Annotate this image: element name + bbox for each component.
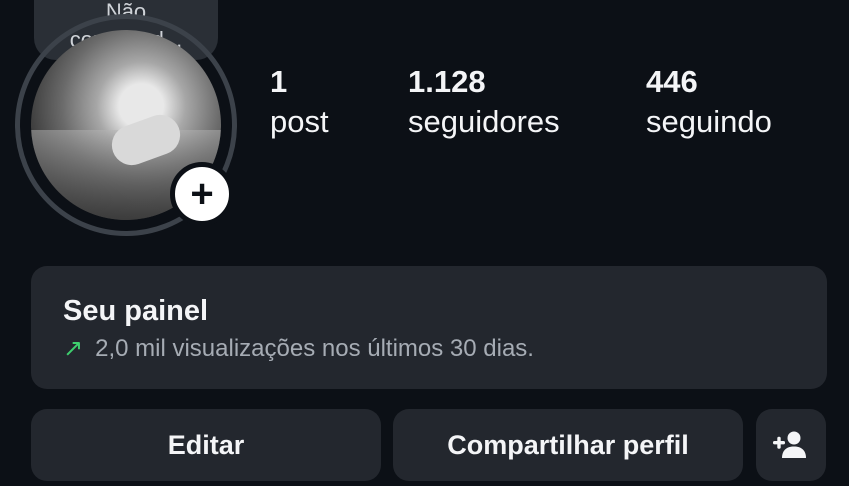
discover-people-button[interactable] [756,409,826,481]
stat-followers[interactable]: 1.128 seguidores [408,62,560,142]
dashboard-title: Seu painel [63,295,209,327]
dashboard-subtitle: ↗ 2,0 mil visualizações nos últimos 30 d… [63,334,534,363]
stat-posts-label: post [270,104,329,139]
stat-posts[interactable]: 1 post [270,62,329,142]
share-profile-button[interactable]: Compartilhar perfil [393,409,743,481]
dashboard-views-text: 2,0 mil visualizações nos últimos 30 dia… [95,334,534,362]
trend-up-icon: ↗ [63,335,84,362]
plus-icon: + [190,172,214,216]
stat-following-label: seguindo [646,104,772,139]
add-story-button[interactable]: + [170,162,234,226]
share-profile-label: Compartilhar perfil [447,429,689,460]
edit-profile-label: Editar [167,429,245,460]
stat-followers-value: 1.128 [408,64,486,99]
stat-following-value: 446 [646,64,698,99]
stat-following[interactable]: 446 seguindo [646,62,772,142]
dashboard-card[interactable]: Seu painel ↗ 2,0 mil visualizações nos ú… [31,266,827,389]
add-person-icon [773,431,806,458]
stat-posts-value: 1 [270,64,288,99]
stat-followers-label: seguidores [408,104,560,139]
edit-profile-button[interactable]: Editar [31,409,381,481]
